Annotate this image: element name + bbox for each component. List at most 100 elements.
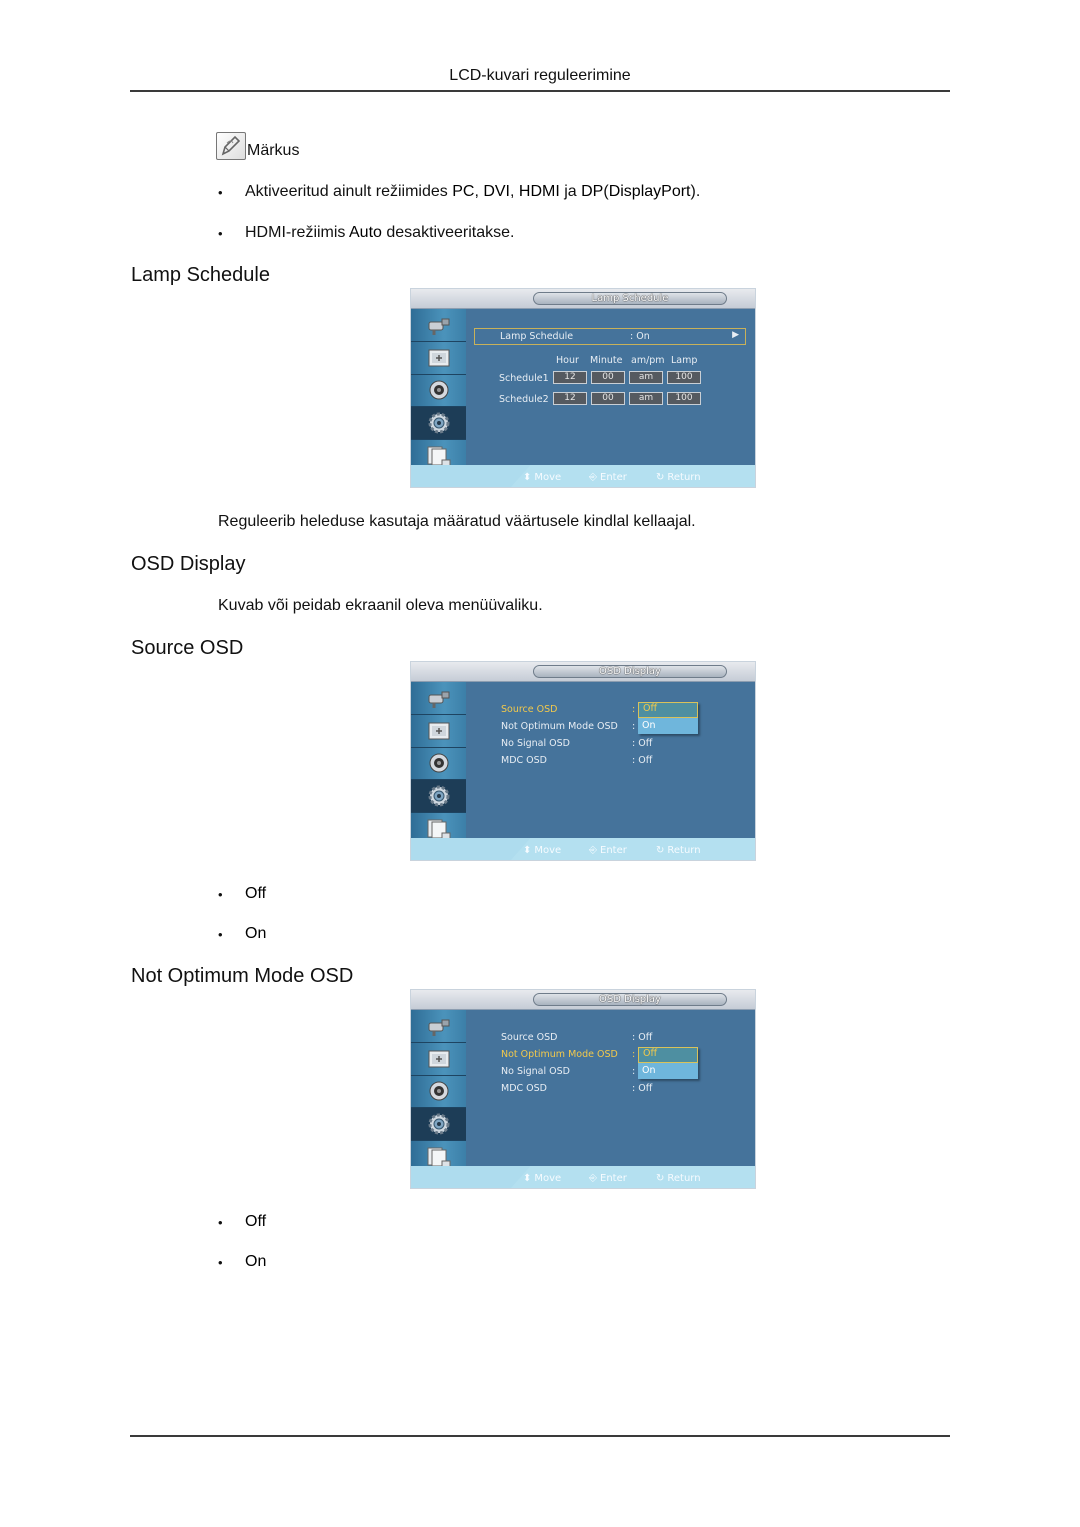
header-divider — [130, 90, 950, 92]
osd-menu-row[interactable]: Source OSD — [501, 704, 557, 715]
setup-gear-icon — [426, 411, 452, 435]
schedule2-lamp[interactable]: 100 — [667, 392, 701, 405]
note-item: • Aktiveeritud ainult režiimides PC, DVI… — [218, 183, 701, 200]
osd-sidebar-item[interactable] — [411, 780, 466, 814]
option-list-item: • On — [218, 925, 267, 942]
osd-row-value: : — [632, 704, 636, 715]
picture-icon — [426, 346, 452, 370]
picture-icon — [426, 719, 452, 743]
schedule2-hour[interactable]: 12 — [553, 392, 587, 405]
footer-return: ↻ Return — [656, 845, 701, 856]
osd-menu-row[interactable]: No Signal OSD — [501, 738, 570, 749]
enter-icon: ⎆ — [589, 1173, 597, 1184]
osd-row-value: : Off — [632, 1032, 653, 1043]
footer-enter: ⎆ Enter — [589, 1173, 627, 1184]
input-plug-icon — [426, 313, 452, 337]
osd-footer — [411, 838, 755, 860]
osd-sidebar-item[interactable] — [411, 1010, 466, 1043]
setup-gear-icon — [426, 784, 452, 808]
osd-sidebar-item[interactable] — [411, 375, 466, 408]
schedule-label: Schedule2 — [499, 394, 549, 405]
schedule1-minute[interactable]: 00 — [591, 371, 625, 384]
input-plug-icon — [426, 686, 452, 710]
osd-menu-row[interactable]: Source OSD — [501, 1032, 557, 1043]
schedule2-ampm[interactable]: am — [629, 392, 663, 405]
section-heading-source-osd: Source OSD — [131, 637, 244, 659]
footer-divider — [130, 1435, 950, 1437]
osd-sidebar-item[interactable] — [411, 407, 466, 441]
note-pencil-icon — [216, 132, 246, 160]
osd-screen-not-optimum-mode-osd: OSD Display Source OSD Not Optimum Mode … — [410, 989, 756, 1189]
column-header: Minute — [590, 355, 623, 366]
osd-menu-row[interactable]: MDC OSD — [501, 755, 547, 766]
osd-menu-row[interactable]: Not Optimum Mode OSD — [501, 1049, 618, 1060]
dropdown-option-off[interactable]: Off — [638, 1047, 698, 1063]
osd-footer — [411, 465, 755, 487]
osd-row-value: : — [632, 721, 636, 732]
section-heading-lamp-schedule: Lamp Schedule — [131, 264, 270, 286]
osd-menu-row[interactable]: No Signal OSD — [501, 1066, 570, 1077]
enter-icon: ⎆ — [589, 845, 597, 856]
osd-dropdown: Off On — [638, 702, 698, 734]
schedule1-ampm[interactable]: am — [629, 371, 663, 384]
osd-screen-source-osd: OSD Display Source OSD Not Optimum Mode … — [410, 661, 756, 861]
footer-return: ↻ Return — [656, 1173, 701, 1184]
schedule2-minute[interactable]: 00 — [591, 392, 625, 405]
footer-enter: ⎆ Enter — [589, 472, 627, 483]
setup-gear-icon — [426, 1112, 452, 1136]
section-heading-not-optimum-mode-osd: Not Optimum Mode OSD — [131, 965, 354, 987]
dropdown-option-on[interactable]: On — [638, 718, 698, 734]
lamp-schedule-row[interactable]: Lamp Schedule : On ▶ — [474, 328, 746, 345]
footer-enter: ⎆ Enter — [589, 845, 627, 856]
osd-title: OSD Display — [533, 993, 727, 1006]
arrow-right-icon: ▶ — [732, 330, 739, 340]
move-arrows-icon: ⬍ — [523, 1173, 532, 1184]
osd-row-value: : — [632, 1049, 636, 1060]
osd-sidebar-item[interactable] — [411, 1108, 466, 1142]
osd-row-value: : Off — [632, 1083, 653, 1094]
lamp-schedule-description: Reguleerib heleduse kasutaja määratud vä… — [218, 513, 696, 530]
input-plug-icon — [426, 1014, 452, 1038]
dropdown-option-on[interactable]: On — [638, 1063, 698, 1079]
osd-row-value: : Off — [632, 738, 653, 749]
note-item-text: Aktiveeritud ainult režiimides PC, DVI, … — [245, 183, 701, 200]
column-header: Hour — [556, 355, 579, 366]
osd-row-value: : Off — [632, 755, 653, 766]
osd-sidebar-item[interactable] — [411, 1076, 466, 1109]
schedule1-lamp[interactable]: 100 — [667, 371, 701, 384]
footer-return: ↻ Return — [656, 472, 701, 483]
note-item-text: HDMI-režiimis Auto desaktiveeritakse. — [245, 224, 515, 241]
section-heading-osd-display: OSD Display — [131, 553, 246, 575]
move-arrows-icon: ⬍ — [523, 472, 532, 483]
osd-menu-row[interactable]: MDC OSD — [501, 1083, 547, 1094]
dropdown-option-off[interactable]: Off — [638, 702, 698, 718]
column-header: am/pm — [631, 355, 665, 366]
page-header-title: LCD-kuvari reguleerimine — [449, 67, 631, 84]
option-list-item: • Off — [218, 885, 267, 902]
footer-move: ⬍ Move — [523, 845, 562, 856]
enter-icon: ⎆ — [589, 472, 597, 483]
note-item: • HDMI-režiimis Auto desaktiveeritakse. — [218, 224, 515, 241]
return-icon: ↻ — [656, 472, 665, 483]
osd-screen-lamp-schedule: Lamp Schedule Lamp Schedule : On ▶ Hour … — [410, 288, 756, 488]
sound-speaker-icon — [426, 1079, 452, 1103]
sound-speaker-icon — [426, 751, 452, 775]
osd-sidebar — [411, 309, 466, 473]
osd-display-description: Kuvab või peidab ekraanil oleva menüüval… — [218, 597, 543, 614]
osd-sidebar-item[interactable] — [411, 1043, 466, 1076]
note-label: Märkus — [247, 142, 300, 159]
footer-move: ⬍ Move — [523, 1173, 562, 1184]
osd-sidebar-item[interactable] — [411, 342, 466, 375]
osd-sidebar — [411, 1010, 466, 1174]
osd-title: OSD Display — [533, 665, 727, 678]
picture-icon — [426, 1047, 452, 1071]
osd-sidebar-item[interactable] — [411, 309, 466, 342]
osd-title: Lamp Schedule — [533, 292, 727, 305]
return-icon: ↻ — [656, 845, 665, 856]
osd-sidebar-item[interactable] — [411, 748, 466, 781]
osd-sidebar-item[interactable] — [411, 715, 466, 748]
schedule1-hour[interactable]: 12 — [553, 371, 587, 384]
osd-dropdown: Off On — [638, 1047, 698, 1079]
osd-menu-row[interactable]: Not Optimum Mode OSD — [501, 721, 618, 732]
osd-sidebar-item[interactable] — [411, 682, 466, 715]
